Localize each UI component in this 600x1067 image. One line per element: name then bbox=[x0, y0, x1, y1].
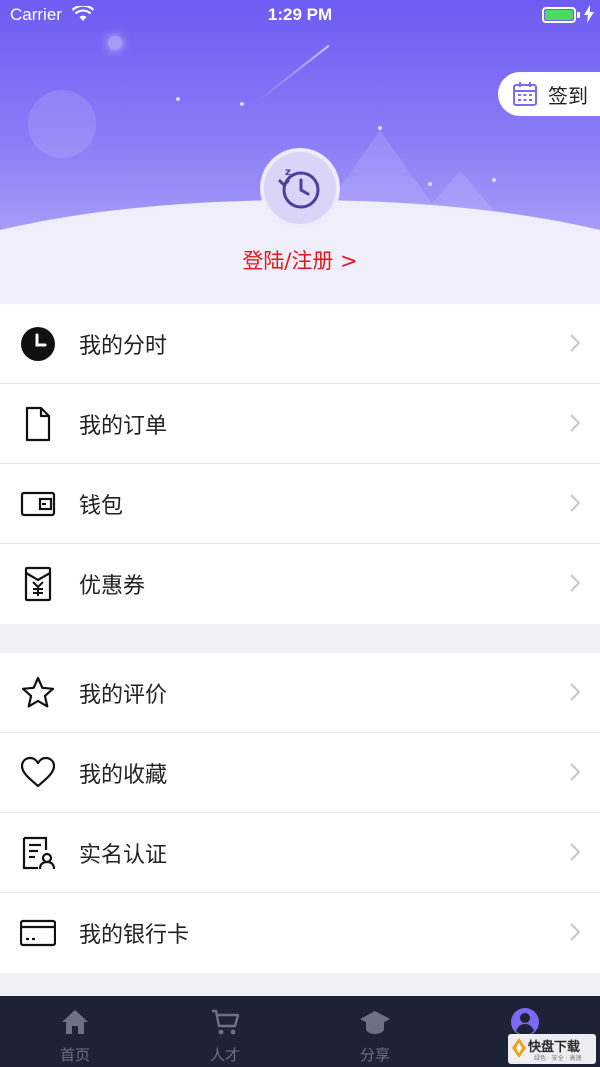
svg-text:z: z bbox=[285, 167, 291, 178]
watermark-tagline: 绿色 · 安全 · 高速 bbox=[534, 1055, 582, 1062]
document-icon bbox=[20, 406, 56, 442]
battery-icon bbox=[542, 7, 576, 23]
check-in-label: 签到 bbox=[548, 83, 588, 108]
tab-label: 人才 bbox=[209, 1046, 240, 1064]
star-decoration bbox=[176, 97, 180, 101]
menu-item-favorites[interactable]: 我的收藏 bbox=[0, 733, 600, 813]
calendar-icon bbox=[513, 82, 537, 106]
chevron-right-icon bbox=[570, 334, 580, 352]
clock-history-icon: z bbox=[278, 167, 320, 209]
menu-item-label: 我的分时 bbox=[79, 333, 168, 359]
menu-item-my-reviews[interactable]: 我的评价 bbox=[0, 653, 600, 733]
shooting-star-decoration bbox=[257, 44, 330, 102]
menu-item-label: 实名认证 bbox=[79, 842, 168, 868]
menu-group-account: 我的分时 我的订单 钱包 优惠券 bbox=[0, 304, 600, 624]
chevron-right-icon bbox=[570, 494, 580, 512]
chevron-right-icon bbox=[570, 683, 580, 701]
menu-group-more: 我的评价 我的收藏 实名认证 我的银行卡 bbox=[0, 653, 600, 973]
chevron-right-icon bbox=[570, 923, 580, 941]
chevron-right-icon bbox=[570, 763, 580, 781]
menu-item-wallet[interactable]: 钱包 bbox=[0, 464, 600, 544]
menu-item-my-time[interactable]: 我的分时 bbox=[0, 304, 600, 384]
menu-item-label: 我的收藏 bbox=[79, 762, 168, 788]
menu-item-coupons[interactable]: 优惠券 bbox=[0, 544, 600, 624]
coupon-icon bbox=[20, 566, 56, 602]
moon-decoration bbox=[28, 90, 96, 158]
menu-item-my-orders[interactable]: 我的订单 bbox=[0, 384, 600, 464]
star-decoration bbox=[240, 102, 244, 106]
menu-item-label: 我的订单 bbox=[79, 413, 168, 439]
heart-icon bbox=[20, 755, 56, 791]
graduation-cap-icon bbox=[359, 1006, 391, 1038]
menu-item-label: 我的评价 bbox=[79, 682, 168, 708]
avatar[interactable]: z bbox=[260, 148, 340, 228]
watermark-logo-icon bbox=[512, 1038, 526, 1058]
tab-label: 首页 bbox=[59, 1046, 90, 1064]
menu-item-id-verification[interactable]: 实名认证 bbox=[0, 813, 600, 893]
tab-share[interactable]: 分享 bbox=[300, 996, 450, 1067]
menu-item-label: 我的银行卡 bbox=[79, 923, 190, 948]
profile-header: z 登陆/注册 > bbox=[0, 0, 600, 305]
status-bar: Carrier 1:29 PM bbox=[0, 0, 600, 30]
battery-tip bbox=[577, 12, 580, 18]
clock-icon bbox=[20, 326, 56, 362]
check-in-button[interactable]: 签到 bbox=[498, 72, 600, 116]
home-icon bbox=[59, 1006, 91, 1038]
tab-label: 分享 bbox=[359, 1046, 390, 1064]
chevron-right-icon bbox=[570, 414, 580, 432]
star-decoration bbox=[108, 36, 122, 50]
charging-icon bbox=[584, 5, 594, 23]
chevron-right-icon bbox=[570, 574, 580, 592]
menu-item-bank-cards[interactable]: 我的银行卡 bbox=[0, 893, 600, 973]
bank-card-icon bbox=[20, 915, 56, 951]
star-icon bbox=[20, 675, 56, 711]
tab-talent[interactable]: 人才 bbox=[150, 996, 300, 1067]
cart-icon bbox=[209, 1006, 241, 1038]
download-site-watermark: 快盘下载 绿色 · 安全 · 高速 bbox=[508, 1034, 596, 1064]
login-register-link[interactable]: 登陆/注册 > bbox=[0, 245, 600, 275]
clock-time: 1:29 PM bbox=[267, 5, 333, 24]
wallet-icon bbox=[20, 486, 56, 522]
menu-item-label: 钱包 bbox=[79, 493, 124, 519]
id-verify-icon bbox=[20, 835, 56, 871]
tab-home[interactable]: 首页 bbox=[0, 996, 150, 1067]
menu-item-label: 优惠券 bbox=[79, 574, 146, 599]
chevron-right-icon bbox=[570, 843, 580, 861]
